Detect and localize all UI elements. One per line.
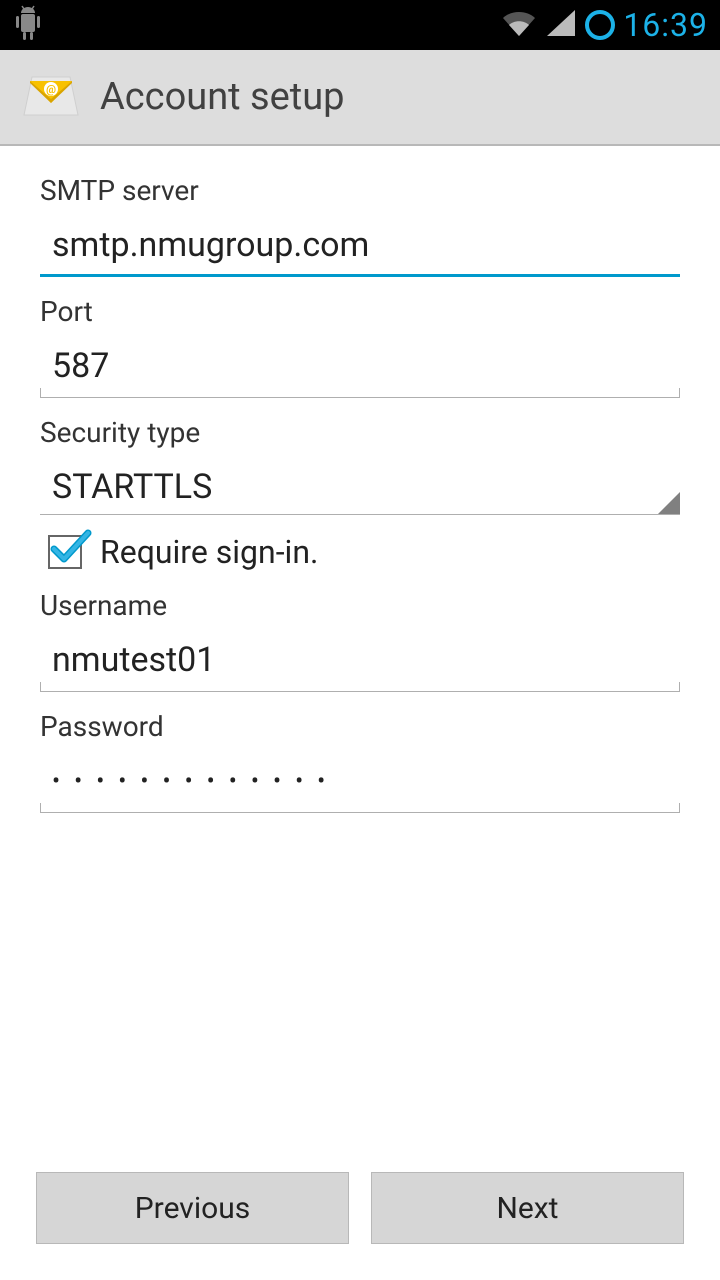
android-debug-icon xyxy=(12,4,44,46)
sync-icon xyxy=(585,10,615,40)
require-signin-checkbox[interactable] xyxy=(48,535,82,569)
status-clock: 16:39 xyxy=(623,6,708,44)
smtp-label: SMTP server xyxy=(40,174,680,207)
smtp-server-input[interactable] xyxy=(40,217,680,277)
security-type-label: Security type xyxy=(40,416,680,449)
page-title: Account setup xyxy=(100,75,345,119)
email-app-icon: @ xyxy=(20,69,82,125)
dropdown-caret-icon xyxy=(658,492,680,514)
status-bar: 16:39 xyxy=(0,0,720,50)
next-button[interactable]: Next xyxy=(371,1172,684,1244)
security-type-spinner[interactable]: STARTTLS xyxy=(40,459,680,515)
port-label: Port xyxy=(40,295,680,328)
form-content: SMTP server Port Security type STARTTLS … xyxy=(0,146,720,813)
svg-text:@: @ xyxy=(46,83,56,96)
security-type-value: STARTTLS xyxy=(52,467,212,507)
require-signin-label: Require sign-in. xyxy=(100,533,318,571)
username-label: Username xyxy=(40,589,680,622)
password-label: Password xyxy=(40,710,680,743)
button-bar: Previous Next xyxy=(0,1150,720,1280)
password-input[interactable]: ••••••••••••• xyxy=(40,753,680,813)
wifi-icon xyxy=(501,8,537,42)
previous-button[interactable]: Previous xyxy=(36,1172,349,1244)
cell-signal-icon xyxy=(545,8,577,42)
app-header: @ Account setup xyxy=(0,50,720,146)
username-input[interactable] xyxy=(40,632,680,692)
port-input[interactable] xyxy=(40,338,680,398)
